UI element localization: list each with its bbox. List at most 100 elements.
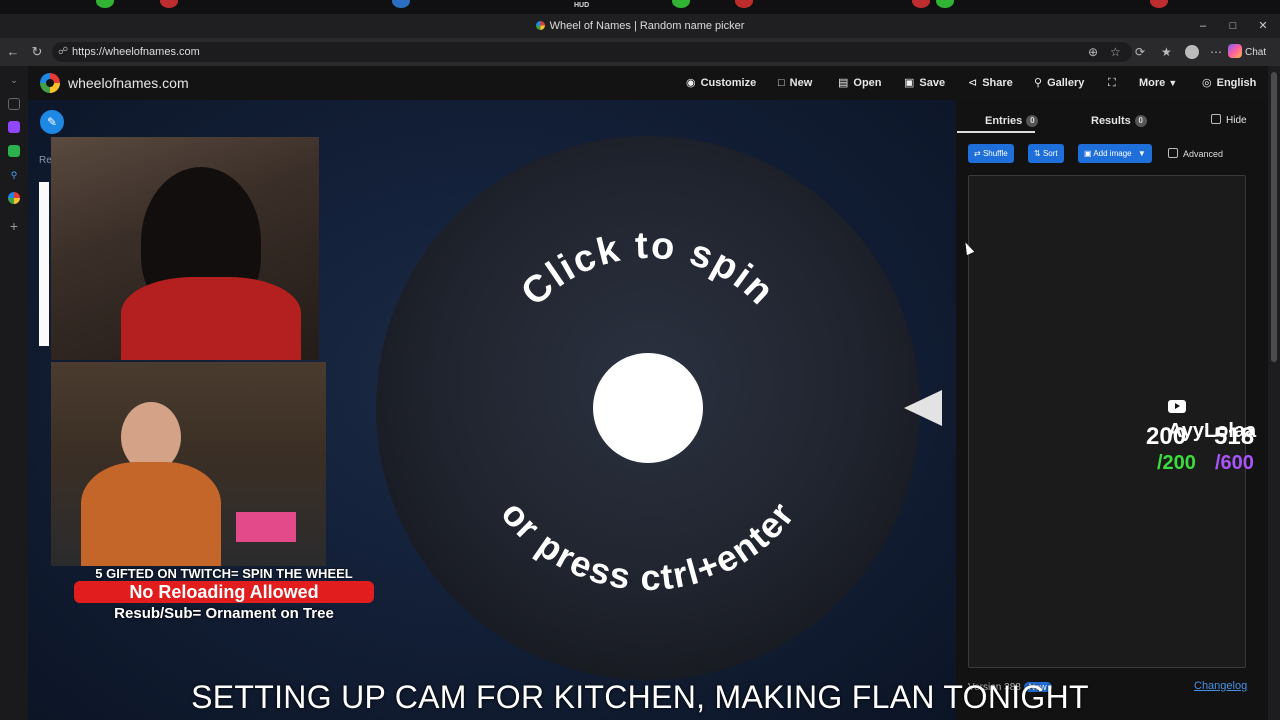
gallery-button[interactable]: ⚲ Gallery [1034, 75, 1084, 91]
save-icon: ▣ [904, 77, 915, 89]
reload-icon[interactable]: ↻ [28, 43, 46, 61]
sort-button[interactable]: ⇅ Sort [1028, 144, 1064, 163]
search-icon: ⚲ [1034, 77, 1043, 89]
advanced-label: Advanced [1183, 149, 1224, 159]
taskbar-light [936, 0, 954, 8]
share-button[interactable]: ⊲ Share [968, 75, 1013, 91]
save-label: Save [919, 77, 946, 89]
reader-icon[interactable]: ⊕ [1088, 43, 1098, 61]
more-options-icon[interactable]: ⋯ [1210, 43, 1222, 61]
sidebar-app-icon[interactable] [8, 145, 20, 157]
brand[interactable]: wheelofnames.com [40, 73, 189, 93]
share-label: Share [982, 77, 1013, 89]
window-title-text: Wheel of Names | Random name picker [549, 20, 745, 32]
site-info-icon[interactable]: ☍ [58, 42, 68, 62]
sort-label: Sort [1042, 149, 1058, 158]
shuffle-button[interactable]: ⇄ Shuffle [968, 144, 1014, 163]
taskbar-light [912, 0, 930, 8]
checkbox-icon[interactable] [1168, 148, 1178, 158]
copilot-chat-button[interactable]: Chat [1228, 44, 1266, 60]
webcam-subject-clothes [121, 277, 301, 360]
globe-icon: ◎ [1202, 77, 1212, 89]
palette-icon: ◉ [686, 77, 696, 89]
open-label: Open [853, 77, 882, 89]
overlay-resub-rule: Resub/Sub= Ornament on Tree [114, 605, 334, 622]
add-image-button[interactable]: ▣ Add image ▼ [1078, 144, 1152, 163]
add-image-label: Add image [1093, 149, 1132, 158]
fullscreen-icon: ⛶ [1108, 77, 1116, 89]
image-icon: ▣ [1084, 149, 1092, 158]
tab-results[interactable]: Results 0 [1091, 114, 1147, 128]
taskbar-light [1150, 0, 1168, 8]
language-label: English [1216, 77, 1257, 89]
address-bar[interactable]: ☍ https://wheelofnames.com [52, 42, 1132, 62]
share-icon: ⊲ [968, 77, 978, 89]
caret-down-icon: ▼ [1168, 78, 1178, 88]
overlay-twitch-rule: 5 GIFTED ON TWITCH= SPIN THE WHEEL [95, 566, 353, 581]
more-menu[interactable]: More ▼ [1139, 75, 1177, 91]
scrollbar-thumb[interactable] [1271, 72, 1277, 362]
webcam-feed-1 [51, 137, 319, 360]
save-button[interactable]: ▣ Save [904, 75, 945, 91]
profile-avatar[interactable] [1185, 45, 1199, 59]
extensions-icon[interactable]: ⟳ [1135, 43, 1145, 61]
os-taskbar-strip: HUD [0, 0, 1280, 14]
goal2-current: 518 [1214, 423, 1255, 450]
open-button[interactable]: ▤ Open [838, 75, 882, 91]
browser-toolbar: ← ↻ ☍ https://wheelofnames.com ⊕ ☆ ⟳ ★ ⋯… [0, 38, 1280, 66]
twitch-icon[interactable] [8, 121, 20, 133]
wheel-app-icon[interactable] [8, 192, 20, 204]
checkbox-icon[interactable] [1211, 114, 1221, 124]
more-label: More [1139, 77, 1166, 89]
favorite-star-icon[interactable]: ☆ [1110, 43, 1121, 61]
taskbar-label: HUD [574, 2, 590, 9]
advanced-checkbox[interactable]: Advanced [1168, 148, 1223, 160]
back-icon[interactable]: ← [4, 43, 22, 61]
customize-label: Customize [700, 77, 757, 89]
webcam-subject-clothes [81, 462, 221, 566]
sort-icon: ⇅ [1034, 149, 1041, 158]
page-scrollbar[interactable] [1268, 66, 1280, 720]
browser-sidebar: ⌄ ⚲ + [0, 66, 28, 720]
caret-down-icon: ▼ [1137, 149, 1146, 158]
taskbar-light [672, 0, 690, 8]
maximize-button[interactable]: □ [1225, 18, 1241, 34]
shuffle-icon: ⇄ [974, 149, 981, 158]
language-menu[interactable]: ◎ English [1202, 75, 1256, 91]
wheel-center-hub[interactable] [593, 353, 703, 463]
goal2-target: /600 [1215, 452, 1254, 474]
wheel-area: ✎ Re Click to spin or press ctrl+enter 5… [28, 100, 956, 720]
chat-label: Chat [1245, 47, 1267, 58]
app-header: wheelofnames.com ◉ Customize □ New ▤ Open ▣… [28, 66, 1268, 100]
window-title: Wheel of Names | Random name picker [0, 20, 1280, 32]
add-icon[interactable]: + [8, 219, 20, 233]
brand-name: wheelofnames.com [68, 75, 189, 91]
new-button[interactable]: □ New [778, 75, 812, 91]
taskbar-light [392, 0, 410, 8]
minimize-button[interactable]: – [1195, 18, 1211, 34]
close-button[interactable]: ✕ [1255, 18, 1271, 34]
webcam-pink-box [236, 512, 296, 542]
results-count-badge: 0 [1134, 115, 1147, 127]
tab-results-label: Results [1091, 115, 1131, 127]
hide-checkbox[interactable]: Hide [1211, 114, 1247, 128]
sidebar-collapse-icon[interactable]: ⌄ [8, 74, 20, 86]
sidebar-app-icon[interactable] [8, 98, 20, 110]
hide-label: Hide [1226, 115, 1247, 126]
new-label: New [789, 77, 813, 89]
tab-entries-label: Entries [985, 115, 1023, 127]
tab-entries[interactable]: Entries 0 [985, 114, 1039, 128]
overlay-no-reload-banner: No Reloading Allowed [74, 581, 374, 603]
active-tab-indicator [957, 131, 1035, 133]
favorites-icon[interactable]: ★ [1161, 43, 1172, 61]
stream-caption: SETTING UP CAM FOR KITCHEN, MAKING FLAN … [191, 679, 1089, 715]
customize-button[interactable]: ◉ Customize [686, 75, 756, 91]
new-file-icon: □ [778, 77, 785, 89]
fullscreen-button[interactable]: ⛶ [1108, 75, 1121, 91]
search-icon[interactable]: ⚲ [8, 169, 20, 181]
entries-count-badge: 0 [1026, 115, 1039, 127]
shuffle-label: Shuffle [982, 149, 1008, 158]
gallery-label: Gallery [1047, 77, 1085, 89]
webcam-feed-2 [51, 362, 326, 566]
taskbar-light [160, 0, 178, 8]
